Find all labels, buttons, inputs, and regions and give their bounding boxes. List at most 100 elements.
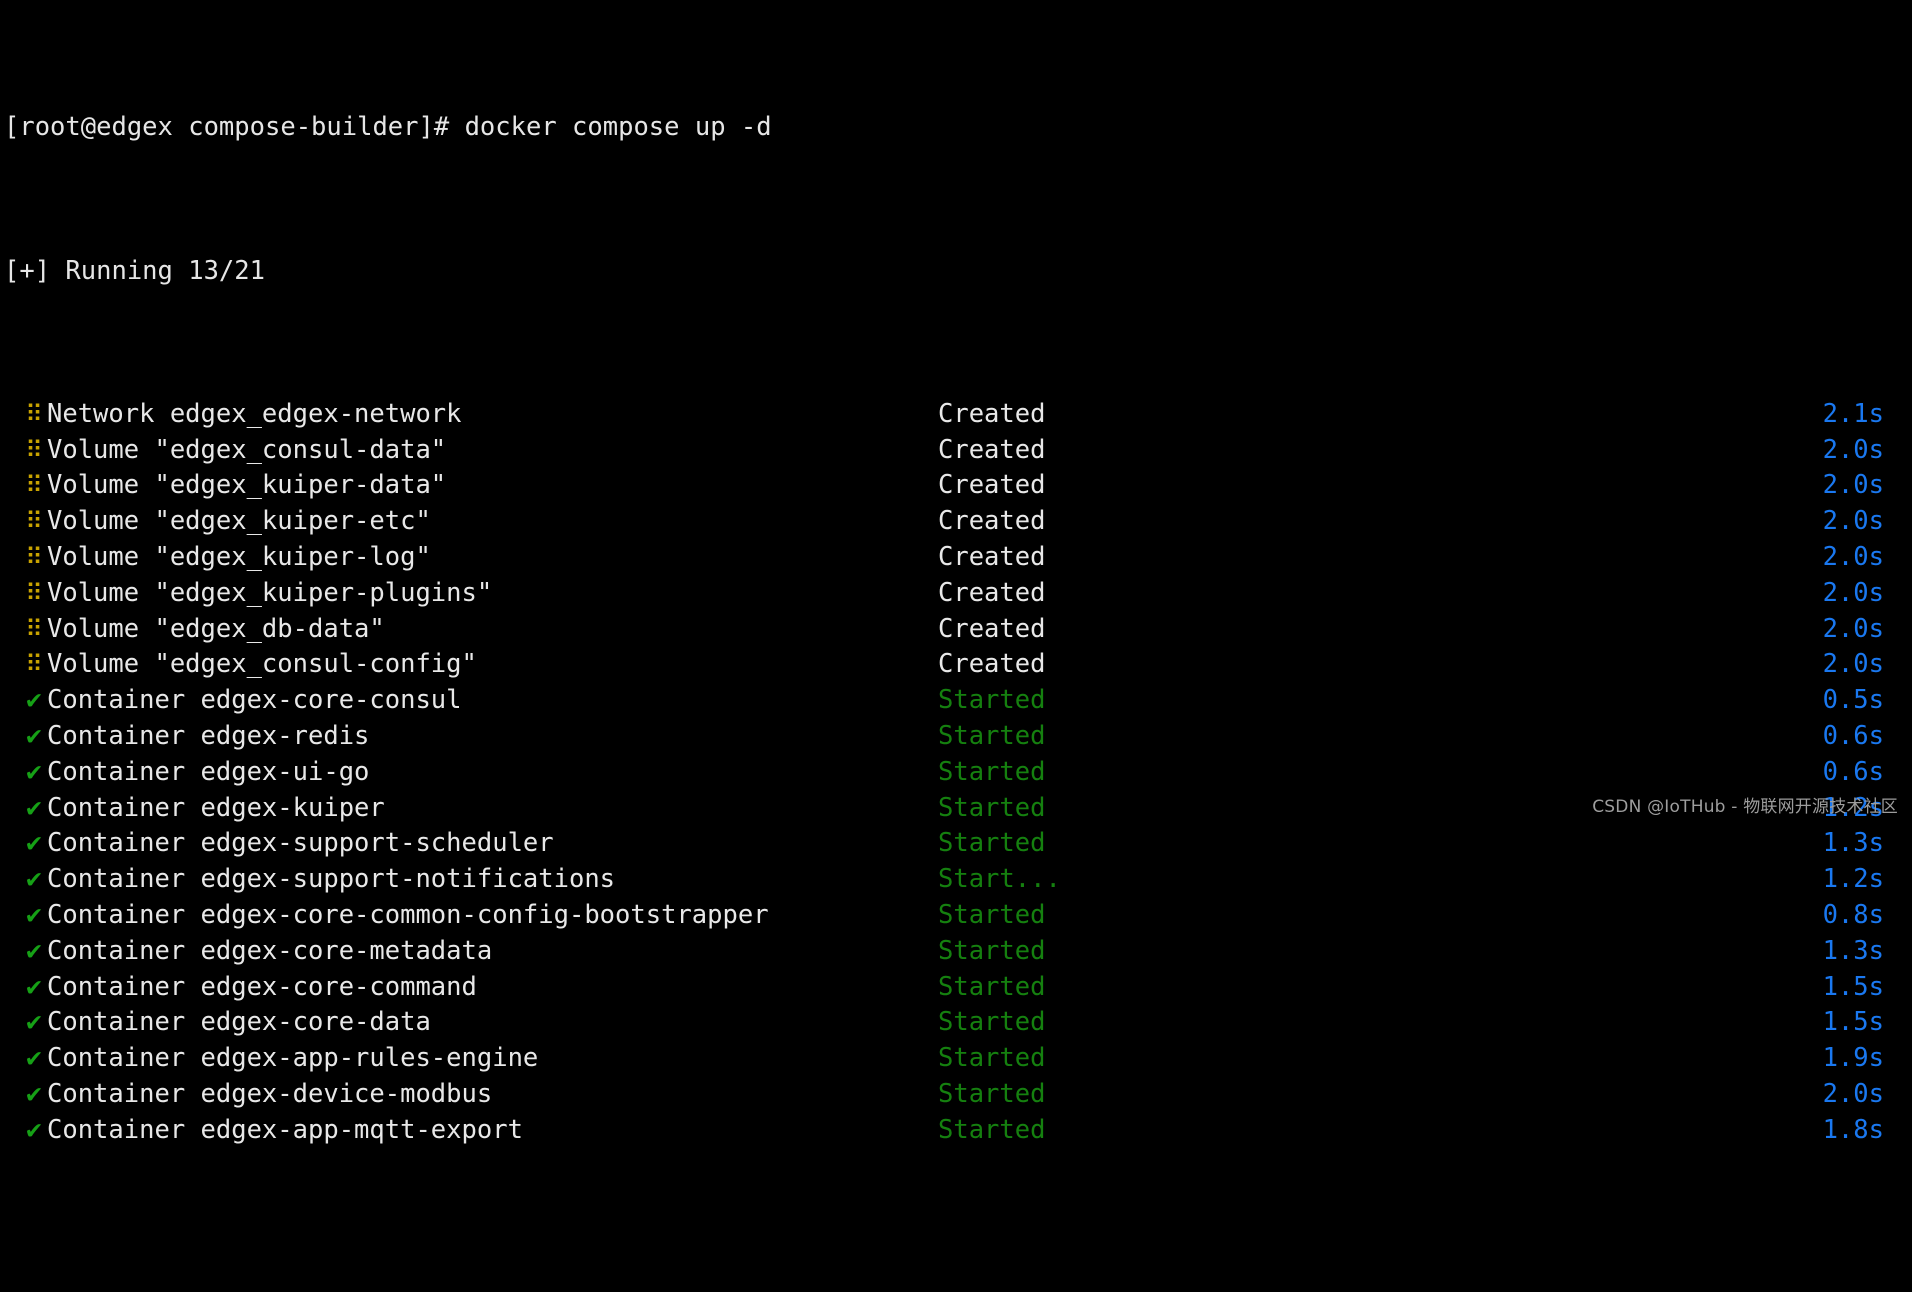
check-icon: ✔: [26, 899, 42, 930]
compose-resource-row: ⠿ Volume "edgex_db-data" Created 2.0s: [0, 612, 1912, 648]
resource-status: Started: [938, 935, 1046, 966]
compose-resource-row: ✔ Container edgex-support-notifications St…: [0, 862, 1912, 898]
resource-name: Volume "edgex_db-data": [47, 613, 385, 644]
check-icon: ✔: [26, 935, 42, 966]
check-icon: ✔: [26, 792, 42, 823]
compose-resource-row: ⠿ Volume "edgex_consul-config" Created 2.0s: [0, 647, 1912, 683]
resource-status: Created: [938, 577, 1046, 608]
resource-status: Started: [938, 1114, 1046, 1145]
check-icon: ✔: [26, 1043, 42, 1074]
spinner-dots-icon: ⠿: [25, 578, 43, 607]
resource-name: Volume "edgex_kuiper-etc": [47, 506, 431, 537]
resource-elapsed-time: 2.0s: [1822, 613, 1884, 644]
resource-elapsed-time: 0.8s: [1822, 899, 1884, 930]
resource-elapsed-time: 1.8s: [1822, 1114, 1884, 1145]
resource-status: Created: [938, 398, 1046, 429]
compose-resource-row: ⠿ Volume "edgex_kuiper-data" Created 2.0s: [0, 468, 1912, 504]
compose-resource-row: ✔ Container edgex-core-consul Started 0.5s: [0, 683, 1912, 719]
resource-elapsed-time: 1.5s: [1822, 1007, 1884, 1038]
spinner-dots-icon: ⠿: [25, 650, 43, 679]
resource-name: Container edgex-core-common-config-boots…: [47, 899, 769, 930]
resource-status: Created: [938, 470, 1046, 501]
resource-name: Volume "edgex_consul-config": [47, 649, 477, 680]
compose-resource-list: ⠿ Network edgex_edgex-network Created 2.1s ⠿…: [0, 397, 1912, 1149]
compose-resource-row: ✔ Container edgex-app-rules-engine Started…: [0, 1041, 1912, 1077]
resource-elapsed-time: 0.6s: [1822, 756, 1884, 787]
check-icon: ✔: [26, 720, 42, 751]
compose-resource-row: ✔ Container edgex-app-mqtt-export Started 1…: [0, 1113, 1912, 1149]
resource-status: Started: [938, 899, 1046, 930]
check-icon: ✔: [26, 1007, 42, 1038]
resource-name: Container edgex-core-consul: [47, 685, 462, 716]
resource-status: Created: [938, 506, 1046, 537]
resource-name: Network edgex_edgex-network: [47, 398, 462, 429]
resource-name: Volume "edgex_consul-data": [47, 434, 447, 465]
resource-name: Container edgex-kuiper: [47, 792, 385, 823]
compose-resource-row: ⠿ Volume "edgex_kuiper-etc" Created 2.0s: [0, 504, 1912, 540]
resource-elapsed-time: 0.5s: [1822, 685, 1884, 716]
resource-status: Started: [938, 792, 1046, 823]
resource-elapsed-time: 2.0s: [1822, 541, 1884, 572]
compose-resource-row: ✔ Container edgex-core-common-config-boot…: [0, 898, 1912, 934]
resource-name: Container edgex-app-rules-engine: [47, 1043, 539, 1074]
resource-elapsed-time: 1.9s: [1822, 1043, 1884, 1074]
resource-elapsed-time: 2.0s: [1822, 1078, 1884, 1109]
spinner-dots-icon: ⠿: [25, 435, 43, 464]
resource-elapsed-time: 2.0s: [1822, 649, 1884, 680]
compose-resource-row: ✔ Container edgex-device-modbus Started 2.0…: [0, 1077, 1912, 1113]
check-icon: ✔: [26, 1078, 42, 1109]
compose-running-header: [+] Running 13/21: [4, 255, 265, 286]
csdn-watermark: CSDN @IoTHub - 物联网开源技术社区: [1592, 797, 1898, 818]
resource-name: Container edgex-core-metadata: [47, 935, 493, 966]
check-icon: ✔: [26, 685, 42, 716]
resource-status: Started: [938, 756, 1046, 787]
spinner-dots-icon: ⠿: [25, 614, 43, 643]
spinner-dots-icon: ⠿: [25, 399, 43, 428]
check-icon: ✔: [26, 864, 42, 895]
resource-name: Volume "edgex_kuiper-log": [47, 541, 431, 572]
resource-name: Container edgex-app-mqtt-export: [47, 1114, 523, 1145]
check-icon: ✔: [26, 971, 42, 1002]
resource-status: Started: [938, 1043, 1046, 1074]
spinner-dots-icon: ⠿: [25, 542, 43, 571]
resource-elapsed-time: 2.1s: [1822, 398, 1884, 429]
resource-name: Container edgex-core-data: [47, 1007, 431, 1038]
resource-elapsed-time: 0.6s: [1822, 720, 1884, 751]
resource-name: Container edgex-ui-go: [47, 756, 370, 787]
resource-name: Container edgex-device-modbus: [47, 1078, 493, 1109]
resource-name: Container edgex-redis: [47, 720, 370, 751]
compose-resource-row: ⠿ Volume "edgex_consul-data" Created 2.0s: [0, 433, 1912, 469]
resource-name: Volume "edgex_kuiper-data": [47, 470, 447, 501]
resource-status: Started: [938, 971, 1046, 1002]
terminal-window[interactable]: [root@edgex compose-builder]# docker com…: [0, 0, 1912, 1145]
check-icon: ✔: [26, 1114, 42, 1145]
compose-resource-row: ⠿ Network edgex_edgex-network Created 2.1s: [0, 397, 1912, 433]
check-icon: ✔: [26, 756, 42, 787]
shell-prompt-command-line: [root@edgex compose-builder]# docker com…: [4, 112, 772, 143]
resource-elapsed-time: 1.3s: [1822, 935, 1884, 966]
resource-status: Created: [938, 649, 1046, 680]
spinner-dots-icon: ⠿: [25, 471, 43, 500]
resource-elapsed-time: 2.0s: [1822, 434, 1884, 465]
resource-elapsed-time: 2.0s: [1822, 577, 1884, 608]
spinner-dots-icon: ⠿: [25, 507, 43, 536]
resource-elapsed-time: 1.5s: [1822, 971, 1884, 1002]
resource-status: Created: [938, 541, 1046, 572]
resource-status: Created: [938, 613, 1046, 644]
resource-elapsed-time: 1.2s: [1822, 864, 1884, 895]
compose-resource-row: ✔ Container edgex-core-command Started 1.5s: [0, 970, 1912, 1006]
resource-status: Created: [938, 434, 1046, 465]
compose-resource-row: ✔ Container edgex-ui-go Started 0.6s: [0, 755, 1912, 791]
compose-resource-row: ⠿ Volume "edgex_kuiper-plugins" Created 2.0…: [0, 576, 1912, 612]
resource-status: Started: [938, 1078, 1046, 1109]
resource-name: Volume "edgex_kuiper-plugins": [47, 577, 493, 608]
compose-resource-row: ✔ Container edgex-core-metadata Started 1.3…: [0, 934, 1912, 970]
resource-status: Start...: [938, 864, 1061, 895]
resource-name: Container edgex-support-notifications: [47, 864, 616, 895]
resource-elapsed-time: 2.0s: [1822, 506, 1884, 537]
resource-status: Started: [938, 1007, 1046, 1038]
resource-name: Container edgex-core-command: [47, 971, 477, 1002]
compose-resource-row: ✔ Container edgex-redis Started 0.6s: [0, 719, 1912, 755]
compose-resource-row: ⠿ Volume "edgex_kuiper-log" Created 2.0s: [0, 540, 1912, 576]
resource-status: Started: [938, 720, 1046, 751]
